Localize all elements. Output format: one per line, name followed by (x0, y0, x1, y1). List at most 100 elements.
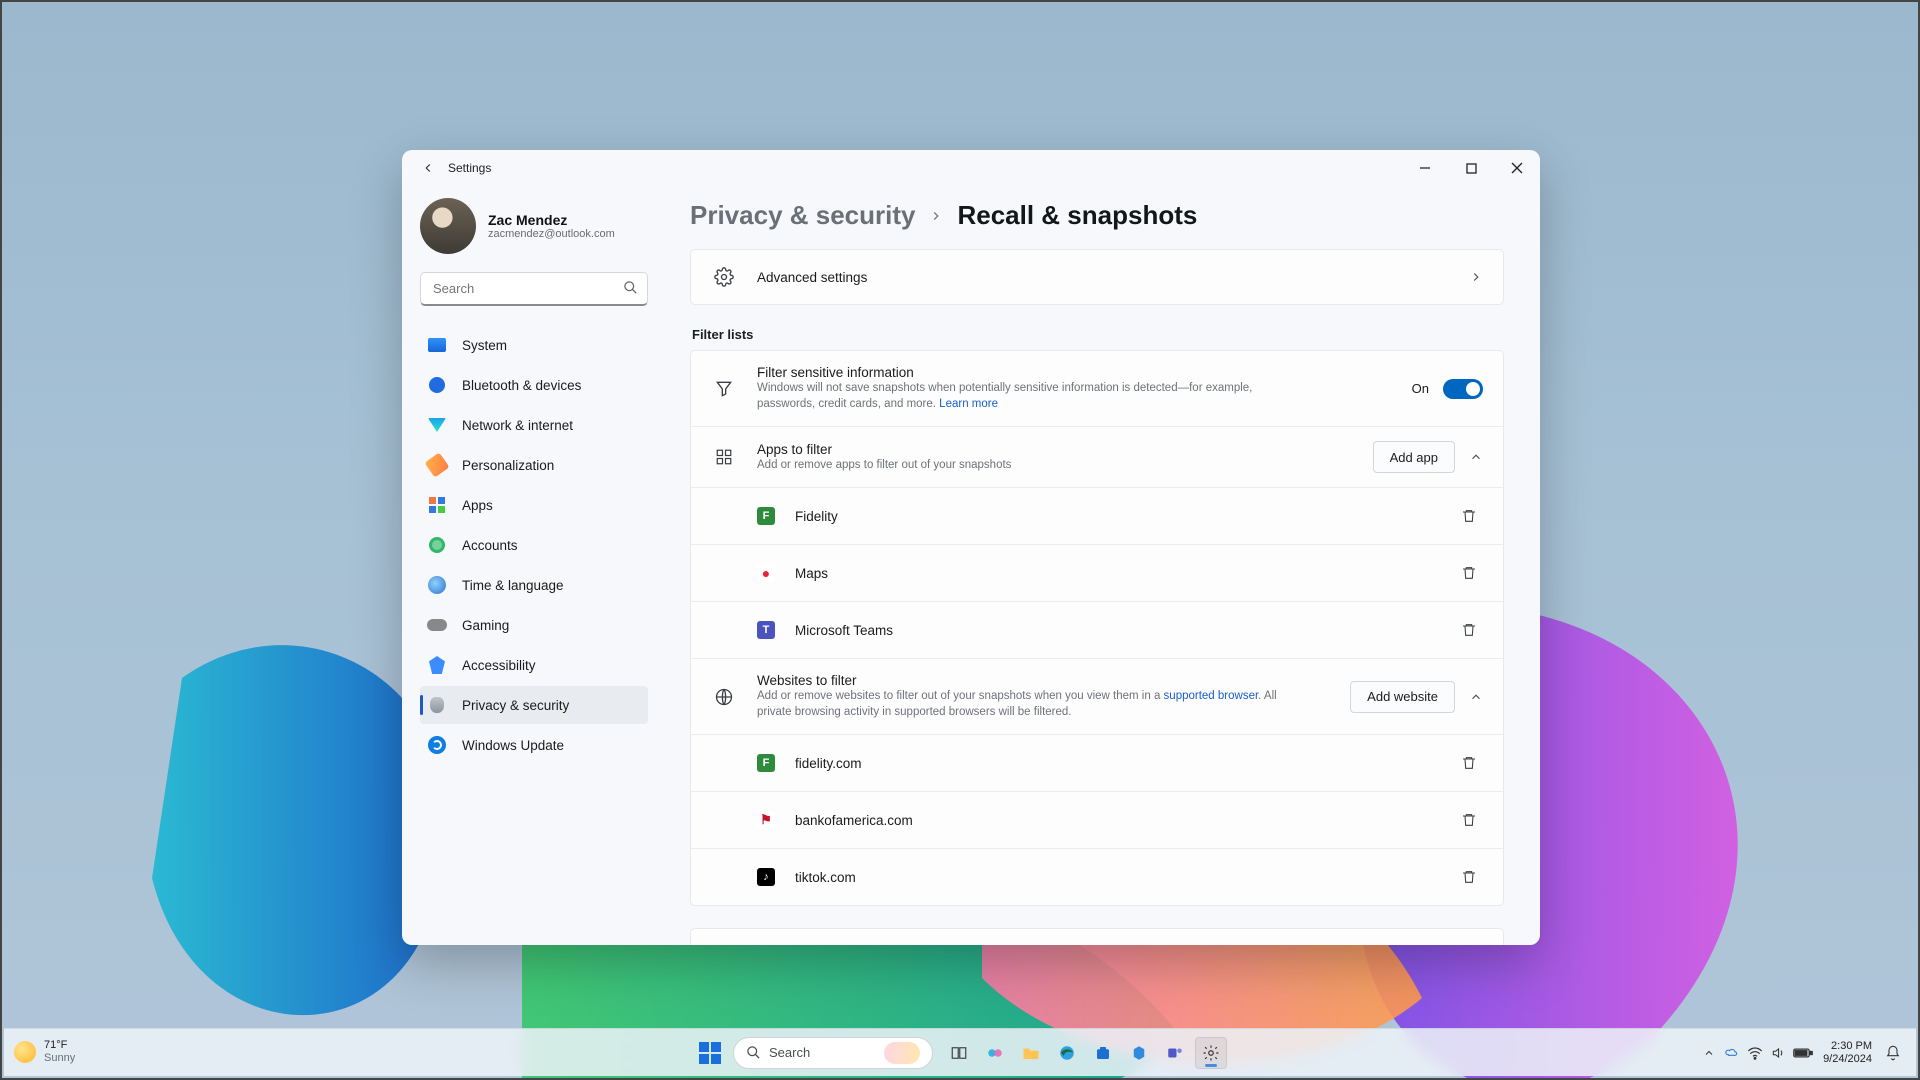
supported-browser-link[interactable]: supported browser (1164, 690, 1259, 702)
tiktok-site-icon: ♪ (757, 868, 775, 886)
shield-icon (430, 697, 444, 713)
delete-app-button[interactable] (1455, 616, 1483, 644)
breadcrumb-parent[interactable]: Privacy & security (690, 200, 915, 231)
volume-tray-icon (1771, 1046, 1785, 1060)
site-item-tiktok: ♪ tiktok.com (691, 848, 1503, 905)
delete-site-button[interactable] (1455, 806, 1483, 834)
weather-temp: 71°F (44, 1040, 75, 1051)
m365-button[interactable] (1123, 1037, 1155, 1069)
filter-sensitive-desc: Windows will not save snapshots when pot… (757, 380, 1297, 412)
gamepad-icon (427, 619, 447, 631)
apps-grid-icon (711, 444, 737, 470)
websites-to-filter-row[interactable]: Websites to filter Add or remove website… (691, 658, 1503, 734)
sidebar-item-label: Privacy & security (462, 698, 569, 713)
delete-app-button[interactable] (1455, 559, 1483, 587)
filter-sensitive-row: Filter sensitive information Windows wil… (691, 351, 1503, 426)
bluetooth-icon (429, 377, 445, 393)
delete-site-button[interactable] (1455, 749, 1483, 777)
close-button[interactable] (1494, 150, 1540, 186)
sidebar-item-update[interactable]: Windows Update (420, 726, 648, 764)
sites-filter-title: Websites to filter (757, 673, 1297, 688)
sidebar-item-label: Time & language (462, 578, 564, 593)
add-app-button[interactable]: Add app (1373, 441, 1455, 473)
profile[interactable]: Zac Mendez zacmendez@outlook.com (420, 192, 648, 272)
window-title: Settings (448, 161, 491, 175)
avatar (420, 198, 476, 254)
sidebar-item-label: System (462, 338, 507, 353)
chevron-right-icon (1469, 270, 1483, 284)
system-tray[interactable] (1725, 1046, 1813, 1060)
notifications-button[interactable] (1882, 1042, 1904, 1064)
site-item-fidelity: F fidelity.com (691, 734, 1503, 791)
bankofamerica-site-icon: ⚑ (757, 811, 775, 829)
delete-site-button[interactable] (1455, 863, 1483, 891)
copilot-button[interactable] (979, 1037, 1011, 1069)
tray-overflow-button[interactable] (1703, 1047, 1715, 1059)
apps-to-filter-row[interactable]: Apps to filter Add or remove apps to fil… (691, 426, 1503, 487)
apps-filter-desc: Add or remove apps to filter out of your… (757, 457, 1011, 473)
sidebar-item-accounts[interactable]: Accounts (420, 526, 648, 564)
search-highlight-icon (884, 1042, 920, 1064)
sidebar-item-label: Bluetooth & devices (462, 378, 581, 393)
delete-app-button[interactable] (1455, 502, 1483, 530)
sidebar-item-time[interactable]: Time & language (420, 566, 648, 604)
taskbar: 71°F Sunny Search (4, 1028, 1916, 1076)
monitor-icon (428, 338, 446, 352)
sidebar-item-bluetooth[interactable]: Bluetooth & devices (420, 366, 648, 404)
sidebar-item-label: Network & internet (462, 418, 573, 433)
app-item-maps: ● Maps (691, 544, 1503, 601)
site-item-label: tiktok.com (795, 870, 856, 885)
weather-widget[interactable]: 71°F Sunny (14, 1040, 75, 1065)
filter-icon (711, 376, 737, 402)
teams-app-icon: T (757, 621, 775, 639)
weather-cond: Sunny (44, 1051, 75, 1065)
clock[interactable]: 2:30 PM 9/24/2024 (1823, 1040, 1872, 1065)
taskbar-search-placeholder: Search (769, 1045, 810, 1060)
learn-more-link[interactable]: Learn more (939, 398, 998, 410)
settings-taskbar-button[interactable] (1195, 1037, 1227, 1069)
privacy-resources-card[interactable]: Privacy resources (690, 928, 1504, 945)
filter-lists-group: Filter sensitive information Windows wil… (690, 350, 1504, 906)
sidebar-item-privacy[interactable]: Privacy & security (420, 686, 648, 724)
back-button[interactable] (414, 154, 442, 182)
edge-button[interactable] (1051, 1037, 1083, 1069)
maximize-button[interactable] (1448, 150, 1494, 186)
globe-icon (711, 684, 737, 710)
sidebar-item-label: Windows Update (462, 738, 564, 753)
task-view-button[interactable] (943, 1037, 975, 1069)
shield-lock-icon (711, 943, 737, 945)
sidebar-item-gaming[interactable]: Gaming (420, 606, 648, 644)
toggle-state-label: On (1412, 381, 1429, 396)
accessibility-icon (429, 656, 445, 674)
sidebar-item-system[interactable]: System (420, 326, 648, 364)
apps-filter-title: Apps to filter (757, 442, 1011, 457)
store-button[interactable] (1087, 1037, 1119, 1069)
filter-sensitive-toggle[interactable] (1443, 379, 1483, 399)
site-item-label: bankofamerica.com (795, 813, 913, 828)
sidebar-item-personalization[interactable]: Personalization (420, 446, 648, 484)
windows-logo-icon (699, 1042, 721, 1064)
sidebar-item-accessibility[interactable]: Accessibility (420, 646, 648, 684)
settings-window: Settings Zac Mendez zacmendez@outlook.co… (402, 150, 1540, 945)
add-website-button[interactable]: Add website (1350, 681, 1455, 713)
person-icon (429, 537, 445, 553)
start-button[interactable] (693, 1036, 727, 1070)
teams-button[interactable] (1159, 1037, 1191, 1069)
search-input[interactable] (420, 272, 648, 306)
sidebar: Zac Mendez zacmendez@outlook.com System … (402, 186, 662, 945)
search-icon (623, 280, 638, 295)
sites-filter-desc: Add or remove websites to filter out of … (757, 688, 1297, 720)
minimize-button[interactable] (1402, 150, 1448, 186)
chevron-up-icon (1469, 450, 1483, 464)
gear-icon (711, 264, 737, 290)
taskbar-search[interactable]: Search (733, 1037, 933, 1069)
sidebar-item-apps[interactable]: Apps (420, 486, 648, 524)
sun-icon (14, 1041, 36, 1063)
sidebar-item-label: Accessibility (462, 658, 536, 673)
explorer-button[interactable] (1015, 1037, 1047, 1069)
sidebar-item-network[interactable]: Network & internet (420, 406, 648, 444)
main-content[interactable]: Privacy & security Recall & snapshots Ad… (662, 186, 1540, 945)
app-item-fidelity: F Fidelity (691, 487, 1503, 544)
sidebar-item-label: Gaming (462, 618, 509, 633)
advanced-settings-card[interactable]: Advanced settings (690, 249, 1504, 305)
